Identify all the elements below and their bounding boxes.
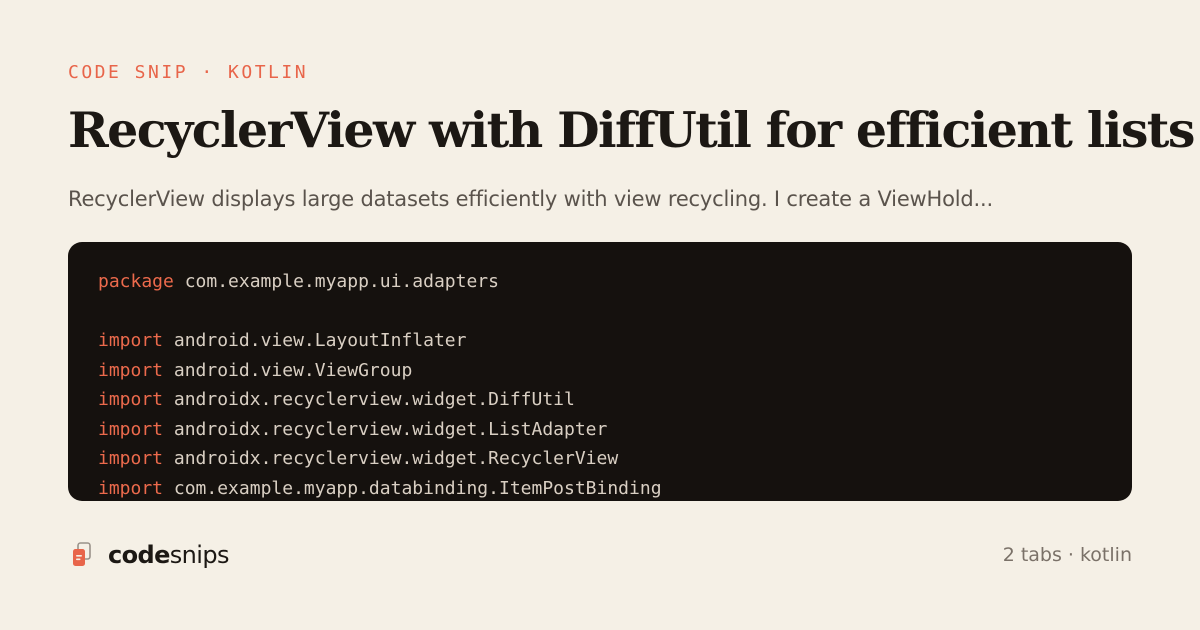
code-text: androidx.recyclerview.widget.ListAdapter	[163, 418, 608, 440]
code-line: import android.view.LayoutInflater	[98, 326, 1102, 356]
code-line: import android.view.ViewGroup	[98, 356, 1102, 386]
code-keyword: import	[98, 389, 164, 410]
code-line: import com.example.myapp.databinding.Ite…	[98, 474, 1102, 502]
snippet-meta: 2 tabs · kotlin	[1002, 544, 1132, 566]
code-text: android.view.LayoutInflater	[163, 330, 467, 351]
code-line: import androidx.recyclerview.widget.List…	[98, 415, 1102, 445]
code-text: com.example.myapp.databinding.ItemPostBi…	[163, 477, 662, 499]
code-keyword: import	[98, 448, 164, 469]
code-keyword: package	[98, 271, 174, 292]
brand-logo: codesnips	[72, 538, 230, 572]
snippet-description: RecyclerView displays large datasets eff…	[68, 187, 993, 211]
brand-name: codesnips	[108, 538, 230, 572]
code-text: android.view.ViewGroup	[163, 359, 413, 381]
code-line: import androidx.recyclerview.widget.Recy…	[98, 444, 1102, 474]
code-keyword: import	[98, 359, 164, 381]
code-line: package com.example.myapp.ui.adapters	[98, 267, 1102, 297]
code-text: androidx.recyclerview.widget.RecyclerVie…	[163, 448, 619, 469]
code-keyword: import	[98, 330, 164, 351]
code-text: com.example.myapp.ui.adapters	[173, 271, 499, 292]
snippet-cards-icon	[72, 542, 92, 568]
code-keyword: import	[98, 418, 164, 440]
code-line: import androidx.recyclerview.widget.Diff…	[98, 385, 1102, 415]
eyebrow-label: CODE SNIP · KOTLIN	[68, 62, 309, 83]
brand-name-regular: snips	[169, 541, 230, 569]
code-panel: package com.example.myapp.ui.adapters im…	[68, 242, 1132, 501]
brand-name-bold: code	[108, 541, 170, 569]
code-text: androidx.recyclerview.widget.DiffUtil	[163, 389, 575, 410]
code-keyword: import	[98, 477, 164, 499]
page-title: RecyclerView with DiffUtil for efficient…	[68, 101, 1195, 159]
